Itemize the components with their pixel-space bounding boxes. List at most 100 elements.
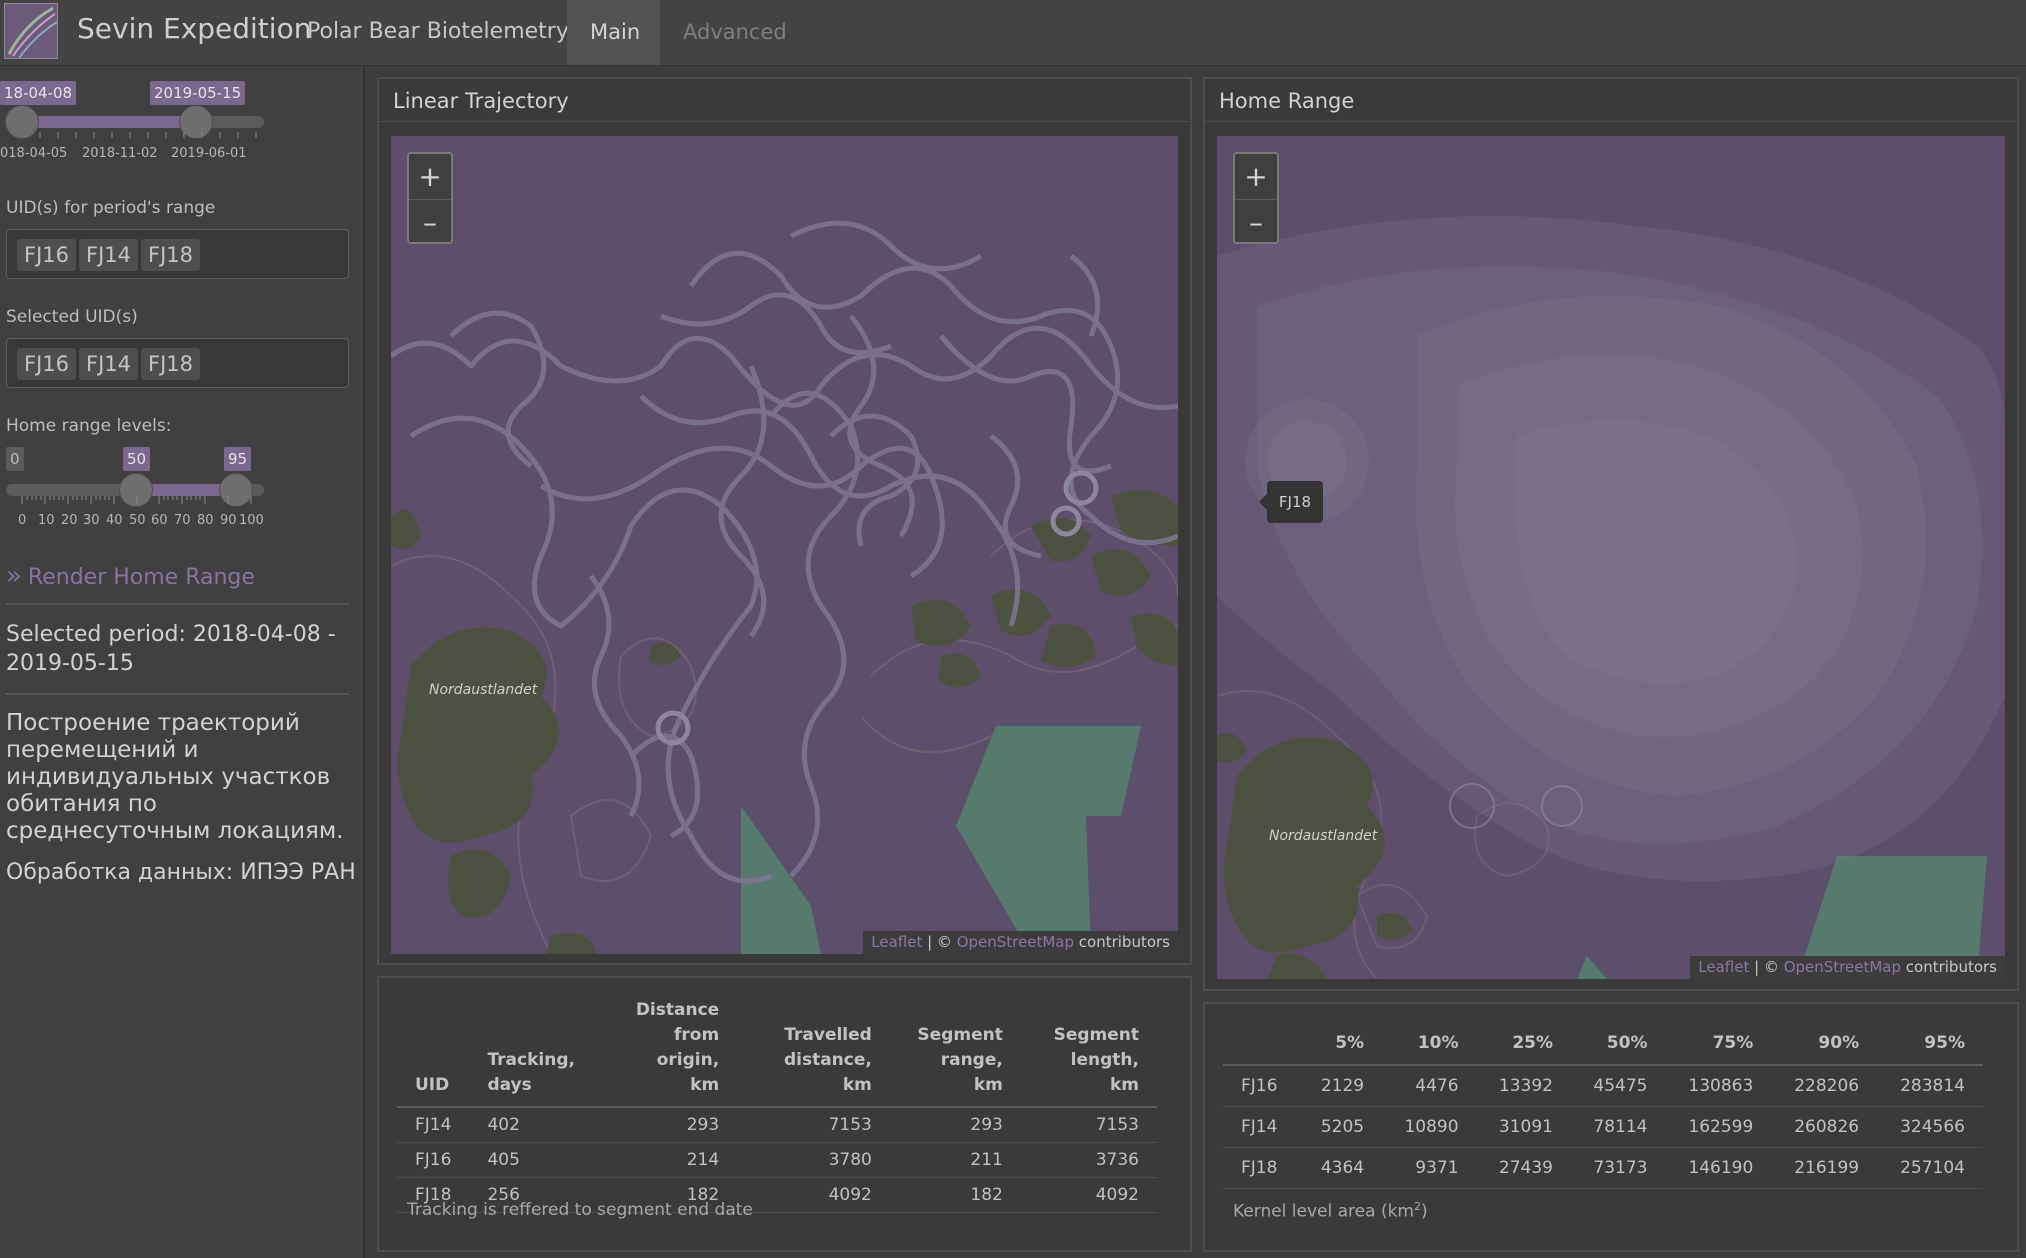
- attrib-separator: | ©: [922, 933, 957, 951]
- table-cell: 3736: [1020, 1142, 1157, 1178]
- column-header: Segment length, km: [1020, 998, 1157, 1108]
- uid-chip[interactable]: FJ18: [141, 348, 200, 380]
- home-range-map[interactable]: Nordaustlandet + – Leaflet | © OpenStree…: [1217, 136, 2005, 979]
- table-cell: 405: [469, 1142, 593, 1178]
- hr-tick-label: 40: [106, 513, 123, 528]
- app-subtitle: Polar Bear Biotelemetry: [307, 19, 569, 44]
- osm-link[interactable]: OpenStreetMap: [1784, 958, 1901, 976]
- table-cell: 228206: [1771, 1065, 1878, 1107]
- column-header: 90%: [1771, 1024, 1878, 1066]
- zoom-out-button[interactable]: –: [1235, 199, 1277, 245]
- render-home-range-button[interactable]: » Render Home Range: [6, 561, 255, 591]
- table-cell: 7153: [737, 1107, 890, 1143]
- table-cell: 402: [469, 1107, 593, 1143]
- map-attribution: Leaflet | © OpenStreetMap contributors: [863, 931, 1178, 954]
- table-cell: 130863: [1665, 1065, 1772, 1107]
- table-header-row: 5% 10% 25% 50% 75% 90% 95%: [1223, 1024, 1983, 1066]
- table-cell: 45475: [1571, 1065, 1666, 1107]
- table-cell: 4476: [1382, 1065, 1477, 1107]
- selected-uid-label: Selected UID(s): [6, 307, 138, 327]
- leaflet-link[interactable]: Leaflet: [871, 933, 922, 951]
- column-header: Tracking, days: [469, 998, 593, 1108]
- table-caption: Tracking is reffered to segment end date: [407, 1200, 753, 1220]
- table-cell: 4092: [1020, 1177, 1157, 1213]
- table-cell: 73173: [1571, 1147, 1666, 1189]
- trajectory-stats-table: UID Tracking, days Distance from origin, km…: [397, 998, 1157, 1213]
- date-tick-label: 018-04-05: [0, 146, 68, 161]
- table-cell: 293: [592, 1107, 738, 1143]
- tab-advanced[interactable]: Advanced: [660, 0, 790, 65]
- attrib-tail: contributors: [1901, 958, 1997, 976]
- table-header-row: UID Tracking, days Distance from origin, km…: [397, 998, 1157, 1108]
- table-cell: FJ14: [397, 1107, 470, 1143]
- table-cell: 9371: [1382, 1147, 1477, 1189]
- uid-chip[interactable]: FJ18: [141, 239, 200, 271]
- trajectory-panel: Linear Trajectory Nordaustlandet + – Lea…: [377, 77, 1192, 965]
- uid-chip[interactable]: FJ16: [17, 348, 76, 380]
- divider: [6, 603, 349, 605]
- zoom-control: + –: [1233, 152, 1279, 244]
- table-cell: 283814: [1877, 1065, 1983, 1107]
- zoom-in-button[interactable]: +: [409, 154, 451, 199]
- column-header: Distance from origin, km: [592, 998, 738, 1108]
- hr-tick-label: 0: [18, 513, 27, 528]
- table-cell: 31091: [1476, 1106, 1572, 1148]
- render-home-range-label: Render Home Range: [27, 565, 255, 590]
- uid-chip[interactable]: FJ14: [79, 348, 138, 380]
- hr-from-badge: 50: [123, 447, 151, 471]
- table-cell: 10890: [1382, 1106, 1477, 1148]
- kernel-area-table: 5% 10% 25% 50% 75% 90% 95% FJ16 2129 447…: [1223, 1024, 1983, 1189]
- map-attribution: Leaflet | © OpenStreetMap contributors: [1690, 956, 2005, 979]
- uid-range-select[interactable]: FJ16 FJ14 FJ18: [6, 229, 349, 279]
- uid-chip[interactable]: FJ14: [79, 239, 138, 271]
- selected-uid-select[interactable]: FJ16 FJ14 FJ18: [6, 338, 349, 388]
- attrib-tail: contributors: [1074, 933, 1170, 951]
- hr-tick-label: 70: [174, 513, 191, 528]
- trajectory-map[interactable]: Nordaustlandet + – Leaflet | © OpenStree…: [391, 136, 1178, 954]
- home-range-label: Home range levels:: [6, 416, 172, 436]
- zoom-out-button[interactable]: –: [409, 199, 451, 245]
- map-place-label: Nordaustlandet: [429, 682, 538, 698]
- table-row: FJ16 2129 4476 13392 45475 130863 228206…: [1223, 1065, 1983, 1107]
- hr-tick-label: 90: [220, 513, 237, 528]
- table-cell: 324566: [1877, 1106, 1983, 1148]
- table-row: FJ18 4364 9371 27439 73173 146190 216199…: [1223, 1147, 1983, 1189]
- table-cell: 211: [889, 1142, 1021, 1178]
- table-cell: 5205: [1298, 1106, 1383, 1148]
- table-cell: FJ18: [1223, 1147, 1299, 1189]
- column-header: 10%: [1382, 1024, 1477, 1066]
- home-range-panel: Home Range Nordaustlandet + – Leaflet | …: [1203, 77, 2019, 991]
- tab-main[interactable]: Main: [567, 0, 660, 65]
- date-tick-label: 2018-11-02: [82, 146, 158, 161]
- date-slider-fill: [22, 116, 196, 128]
- table-cell: 293: [889, 1107, 1021, 1143]
- table-cell: 3780: [737, 1142, 890, 1178]
- column-header: Travelled distance, km: [737, 998, 890, 1108]
- hr-tick-label: 100: [239, 513, 264, 528]
- hr-tick-label: 30: [83, 513, 100, 528]
- table-cell: 4092: [737, 1177, 890, 1213]
- osm-link[interactable]: OpenStreetMap: [957, 933, 1074, 951]
- column-header: 75%: [1665, 1024, 1772, 1066]
- table-cell: FJ14: [1223, 1106, 1299, 1148]
- divider: [6, 693, 349, 695]
- table-cell: FJ16: [397, 1142, 470, 1178]
- attrib-separator: | ©: [1749, 958, 1784, 976]
- date-from-badge: 18-04-08: [0, 81, 77, 105]
- app-title[interactable]: Sevin Expedition: [77, 12, 311, 45]
- column-header: 95%: [1877, 1024, 1983, 1066]
- table-cell: 214: [592, 1142, 738, 1178]
- zoom-in-button[interactable]: +: [1235, 154, 1277, 199]
- hr-min-badge: 0: [6, 447, 24, 471]
- hr-slider-ticks: [21, 496, 252, 504]
- top-navbar: Sevin Expedition Polar Bear Biotelemetry…: [0, 0, 2026, 66]
- table-caption: Kernel level area (km2): [1233, 1200, 1428, 1222]
- table-cell: 216199: [1771, 1147, 1878, 1189]
- hr-tick-label: 60: [151, 513, 168, 528]
- column-header: UID: [397, 998, 470, 1108]
- trajectory-panel-title: Linear Trajectory: [393, 89, 569, 113]
- table-row: FJ16 405 214 3780 211 3736: [397, 1142, 1157, 1178]
- table-cell: 7153: [1020, 1107, 1157, 1143]
- leaflet-link[interactable]: Leaflet: [1698, 958, 1749, 976]
- uid-chip[interactable]: FJ16: [17, 239, 76, 271]
